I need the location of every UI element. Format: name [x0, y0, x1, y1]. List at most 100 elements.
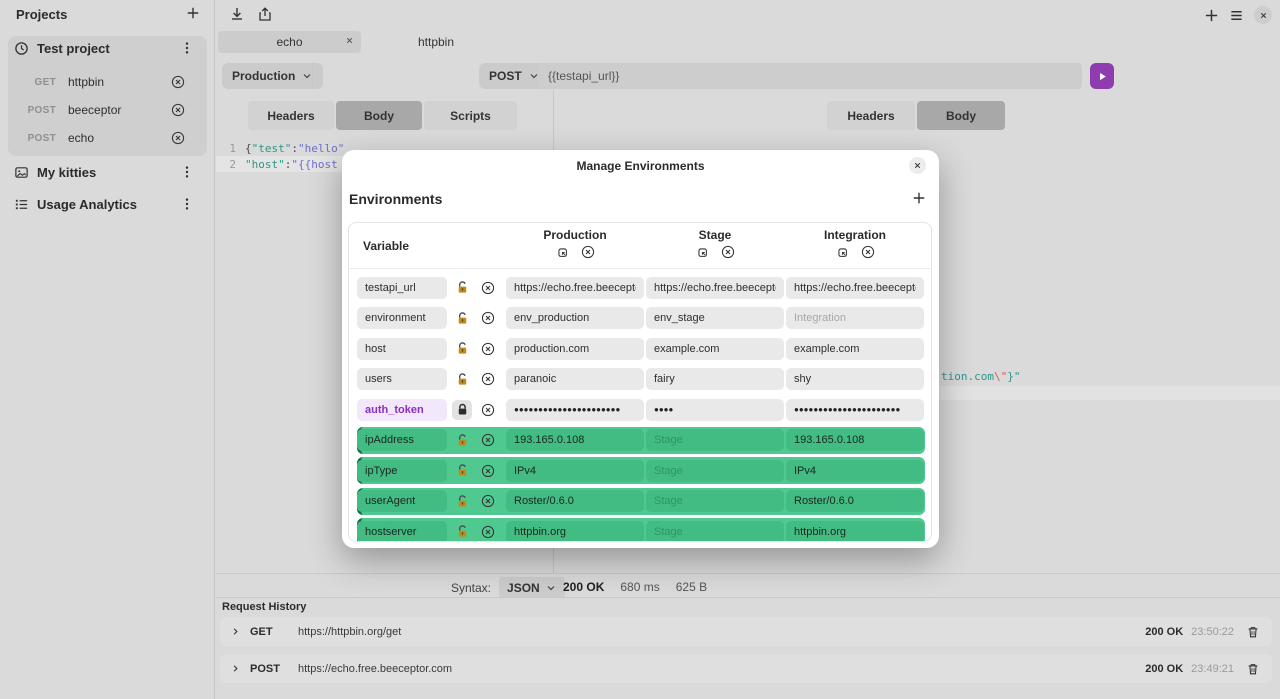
variable-name-input[interactable]: [357, 338, 447, 360]
expand-row-icon[interactable]: [230, 626, 241, 637]
menu-icon[interactable]: [1229, 8, 1244, 23]
lock-open-icon[interactable]: [452, 491, 472, 511]
download-icon[interactable]: [229, 6, 245, 22]
sidebar-request-beeceptor[interactable]: POST beeceptor: [0, 98, 199, 122]
env-value-input[interactable]: [786, 490, 924, 512]
expand-row-icon[interactable]: [230, 663, 241, 674]
env-value-input[interactable]: [646, 307, 784, 329]
add-environment-icon[interactable]: [912, 191, 926, 205]
lock-closed-icon[interactable]: [452, 400, 472, 420]
sidebar-project-usage-analytics[interactable]: Usage Analytics: [14, 197, 137, 212]
add-tab-icon[interactable]: [1204, 8, 1219, 23]
delete-variable-icon[interactable]: [478, 400, 498, 420]
request-tab-scripts[interactable]: Scripts: [424, 101, 517, 130]
delete-variable-icon[interactable]: [478, 522, 498, 542]
delete-request-icon[interactable]: [171, 103, 185, 117]
response-tab-body[interactable]: Body: [917, 101, 1005, 130]
lock-open-icon[interactable]: [452, 522, 472, 542]
env-value-input[interactable]: [506, 368, 644, 390]
env-value-input[interactable]: [506, 307, 644, 329]
lock-open-icon[interactable]: [452, 308, 472, 328]
add-project-icon[interactable]: [186, 6, 200, 20]
delete-request-icon[interactable]: [171, 131, 185, 145]
delete-variable-icon[interactable]: [478, 491, 498, 511]
variable-name-input[interactable]: [357, 399, 447, 421]
env-value-input[interactable]: [786, 368, 924, 390]
env-value-input[interactable]: [506, 277, 644, 299]
sidebar-project-my-kitties[interactable]: My kitties: [14, 165, 96, 180]
lock-open-icon[interactable]: [452, 430, 472, 450]
delete-environment-icon[interactable]: [861, 245, 875, 259]
delete-history-icon[interactable]: [1246, 625, 1260, 639]
env-value-input[interactable]: [646, 429, 784, 451]
share-icon[interactable]: [257, 6, 273, 22]
delete-variable-icon[interactable]: [478, 461, 498, 481]
delete-request-icon[interactable]: [171, 75, 185, 89]
env-value-input[interactable]: [646, 490, 784, 512]
delete-environment-icon[interactable]: [721, 245, 735, 259]
sidebar-request-httpbin[interactable]: GET httpbin: [0, 70, 199, 94]
delete-environment-icon[interactable]: [581, 245, 595, 259]
lock-open-icon[interactable]: [452, 461, 472, 481]
send-button[interactable]: [1090, 63, 1114, 89]
env-value-input[interactable]: [646, 368, 784, 390]
history-row[interactable]: GET https://httpbin.org/get 200 OK 23:50…: [220, 617, 1272, 646]
response-tab-headers[interactable]: Headers: [827, 101, 915, 130]
env-value-input[interactable]: [506, 460, 644, 482]
tab-echo[interactable]: echo: [218, 31, 361, 53]
close-tab-icon[interactable]: [345, 36, 354, 45]
variable-name-input[interactable]: [357, 429, 447, 451]
env-value-input[interactable]: [506, 490, 644, 512]
sidebar-project-test-project[interactable]: Test project: [14, 41, 110, 56]
env-value-input[interactable]: [506, 429, 644, 451]
variable-name-input[interactable]: [357, 277, 447, 299]
project-menu-icon[interactable]: [180, 165, 194, 179]
variable-name-input[interactable]: [357, 490, 447, 512]
modal-close-button[interactable]: [909, 157, 926, 174]
env-value-input[interactable]: [786, 307, 924, 329]
env-value-input[interactable]: [786, 429, 924, 451]
variable-name-input[interactable]: [357, 521, 447, 543]
env-value-input[interactable]: [646, 277, 784, 299]
duplicate-environment-icon[interactable]: [555, 245, 569, 259]
project-menu-icon[interactable]: [180, 41, 194, 55]
variable-name-input[interactable]: [357, 307, 447, 329]
project-menu-icon[interactable]: [180, 197, 194, 211]
delete-variable-icon[interactable]: [478, 339, 498, 359]
tab-httpbin[interactable]: httpbin: [400, 31, 472, 53]
duplicate-environment-icon[interactable]: [835, 245, 849, 259]
env-value-input[interactable]: [646, 521, 784, 543]
image-icon: [14, 165, 29, 180]
variable-name-input[interactable]: [357, 460, 447, 482]
lock-open-icon[interactable]: [452, 339, 472, 359]
duplicate-environment-icon[interactable]: [695, 245, 709, 259]
environment-dropdown[interactable]: Production: [222, 63, 323, 89]
env-value-input[interactable]: [506, 521, 644, 543]
request-tab-headers[interactable]: Headers: [248, 101, 334, 130]
sidebar-request-echo[interactable]: POST echo: [0, 126, 199, 150]
variable-name-input[interactable]: [357, 368, 447, 390]
delete-variable-icon[interactable]: [478, 369, 498, 389]
url-input[interactable]: [538, 63, 1082, 89]
delete-variable-icon[interactable]: [478, 430, 498, 450]
delete-variable-icon[interactable]: [478, 278, 498, 298]
syntax-dropdown[interactable]: JSON: [499, 577, 565, 598]
env-value-input[interactable]: [506, 399, 644, 421]
topbar: [216, 0, 1280, 30]
env-value-input[interactable]: [506, 338, 644, 360]
lock-open-icon[interactable]: [452, 278, 472, 298]
env-value-input[interactable]: [646, 399, 784, 421]
delete-variable-icon[interactable]: [478, 308, 498, 328]
history-row[interactable]: POST https://echo.free.beeceptor.com 200…: [220, 654, 1272, 683]
lock-open-icon[interactable]: [452, 369, 472, 389]
env-value-input[interactable]: [646, 460, 784, 482]
env-value-input[interactable]: [786, 460, 924, 482]
env-value-input[interactable]: [786, 399, 924, 421]
close-window-button[interactable]: [1254, 6, 1272, 24]
env-value-input[interactable]: [786, 277, 924, 299]
request-tab-body[interactable]: Body: [336, 101, 422, 130]
delete-history-icon[interactable]: [1246, 662, 1260, 676]
env-value-input[interactable]: [786, 521, 924, 543]
env-value-input[interactable]: [646, 338, 784, 360]
env-value-input[interactable]: [786, 338, 924, 360]
